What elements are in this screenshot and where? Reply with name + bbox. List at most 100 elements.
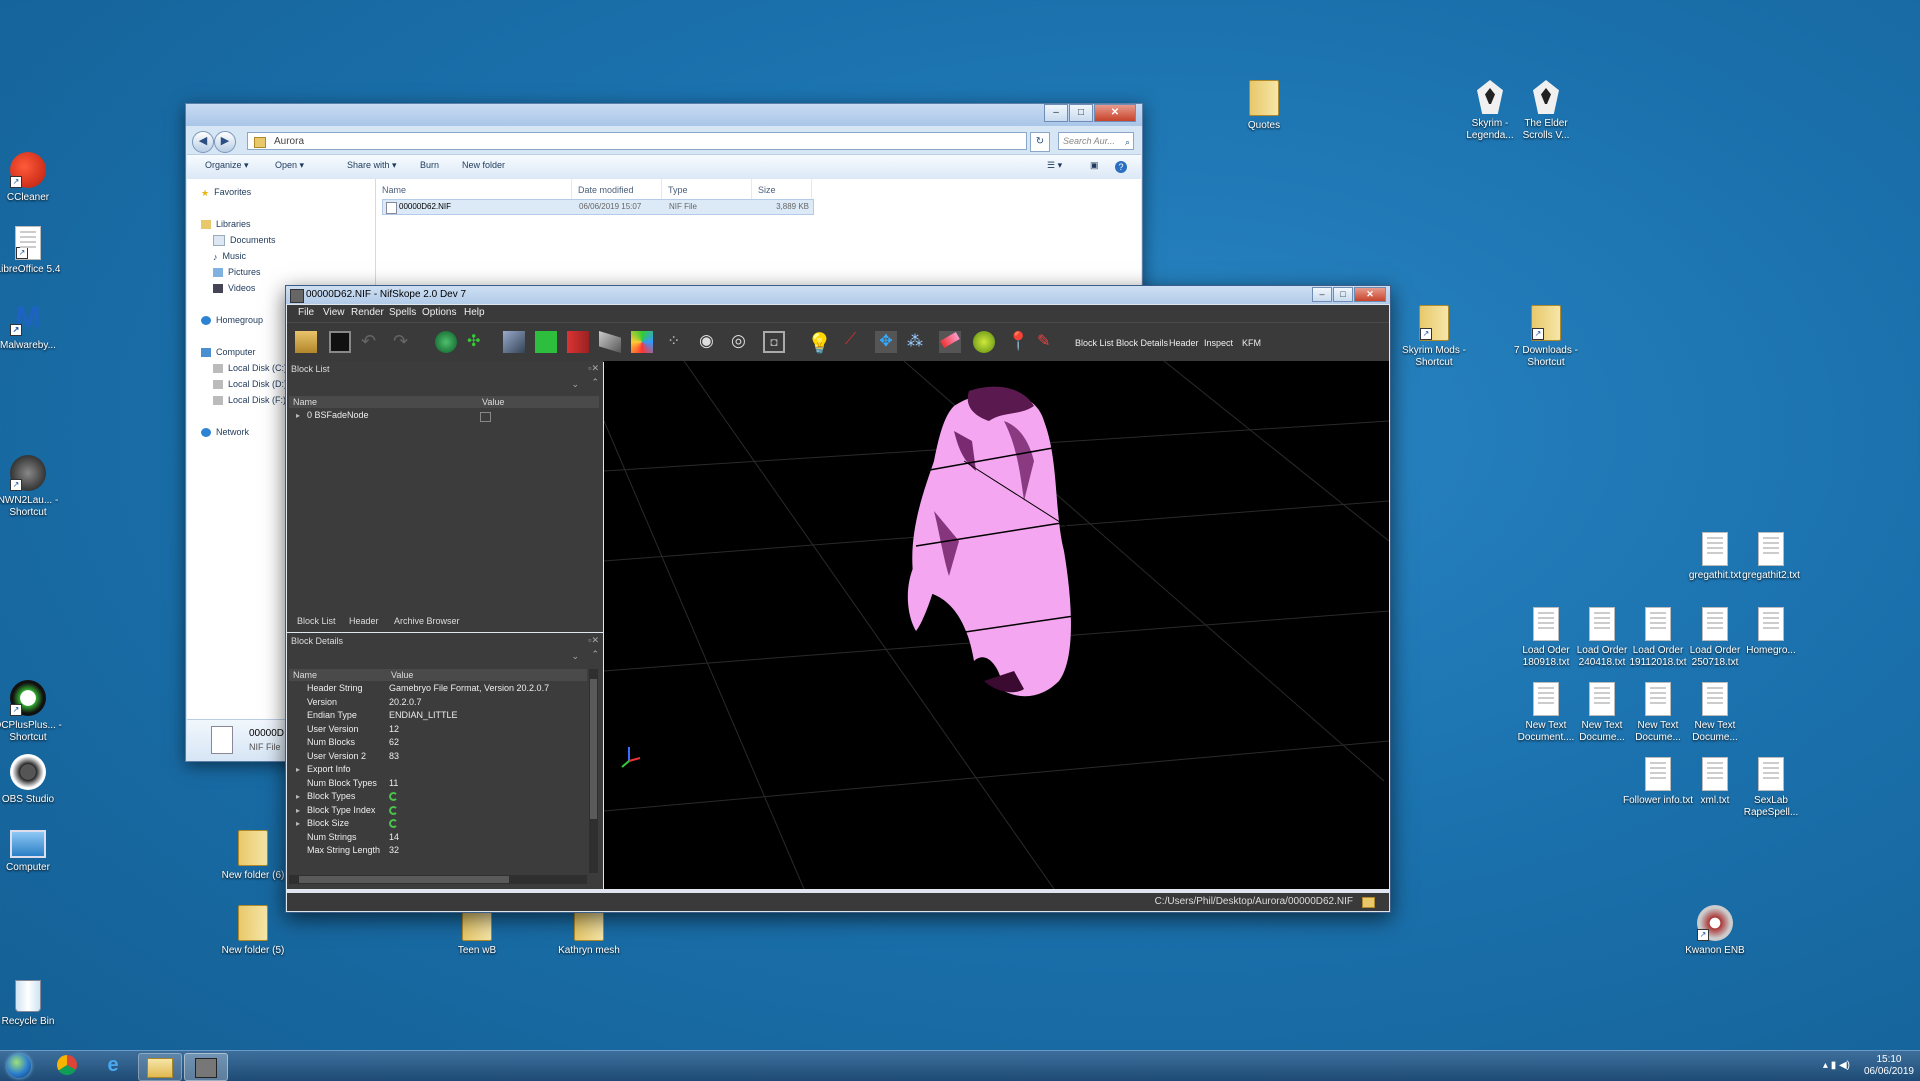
close-button[interactable]: ✕ — [1094, 104, 1136, 122]
screenshot-icon[interactable]: ◘ — [763, 331, 785, 353]
open-button[interactable]: Open ▾ — [275, 160, 304, 171]
detail-row[interactable]: Num Strings 14 — [289, 831, 575, 845]
nav-pictures[interactable]: Pictures — [213, 267, 261, 278]
maximize-button[interactable]: □ — [1333, 287, 1353, 302]
refresh-button[interactable]: ↻ — [1030, 132, 1050, 152]
toolbar-kfm[interactable]: KFM — [1242, 338, 1261, 348]
expand-arrow-icon[interactable]: ▸ — [296, 790, 300, 804]
column-header-size[interactable]: Size — [752, 179, 812, 201]
taskbar-explorer[interactable] — [138, 1053, 182, 1081]
render-view[interactable] — [604, 361, 1389, 889]
detail-row[interactable]: Endian Type ENDIAN_LITTLE — [289, 709, 575, 723]
column-value[interactable]: Value — [391, 669, 413, 681]
nav-videos[interactable]: Videos — [213, 283, 255, 294]
nav-documents[interactable]: Documents — [213, 235, 276, 247]
detail-row[interactable]: Num Block Types 11 — [289, 777, 575, 791]
nav-homegroup[interactable]: Homegroup — [201, 315, 263, 326]
toolbar-block-list[interactable]: Block List — [1075, 338, 1114, 348]
detail-row[interactable]: Header String Gamebryo File Format, Versi… — [289, 682, 575, 696]
column-header-date[interactable]: Date modified — [572, 179, 662, 201]
view-front-icon[interactable] — [535, 331, 557, 353]
tab-archive-browser[interactable]: Archive Browser — [394, 616, 460, 626]
vertical-scrollbar[interactable] — [589, 669, 598, 873]
organize-button[interactable]: Organize ▾ — [205, 160, 249, 171]
detail-row[interactable]: User Version 2 83 — [289, 750, 575, 764]
desktop-icon-computer[interactable]: Computer — [0, 830, 66, 874]
help-icon[interactable]: ? — [1115, 161, 1127, 173]
show-nodes-icon[interactable]: ⁂ — [907, 331, 929, 353]
walk-mode-icon[interactable]: ⁘ — [667, 331, 689, 353]
expand-all-icon[interactable]: ⌃ — [591, 377, 599, 388]
scrollbar-thumb[interactable] — [299, 876, 509, 883]
detail-row[interactable]: ▸ Block Type Index — [289, 804, 575, 818]
column-name[interactable]: Name — [293, 396, 317, 408]
scrollbar-thumb[interactable] — [590, 679, 597, 819]
block-tree-root[interactable]: ▸ 0 BSFadeNode — [289, 409, 575, 423]
desktop-icon-7-downloads[interactable]: ↗ 7 Downloads - Shortcut — [1508, 305, 1584, 369]
horizontal-scrollbar[interactable] — [289, 875, 587, 884]
3d-viewport[interactable] — [604, 361, 1389, 889]
view-top-icon[interactable] — [503, 331, 525, 353]
explorer-titlebar[interactable]: – □ ✕ — [186, 104, 1142, 126]
column-header-type[interactable]: Type — [662, 179, 752, 201]
menu-render[interactable]: Render — [351, 307, 384, 318]
view-side-icon[interactable] — [567, 331, 589, 353]
view-options-icon[interactable]: ☰ ▾ — [1047, 160, 1062, 171]
desktop-icon-sexlab[interactable]: SexLab RapeSpell... — [1733, 757, 1809, 819]
taskbar-chrome[interactable] — [46, 1053, 88, 1079]
view-user-icon[interactable] — [599, 331, 621, 353]
detail-row[interactable]: Version 20.2.0.7 — [289, 696, 575, 710]
expand-arrow-icon[interactable]: ▸ — [296, 817, 300, 831]
nav-network[interactable]: Network — [201, 427, 249, 438]
share-with-button[interactable]: Share with ▾ — [347, 160, 397, 171]
tray-icons[interactable]: ▴ ▮ ◀) — [1823, 1060, 1850, 1071]
back-button[interactable]: ◀ — [192, 131, 214, 153]
open-file-icon[interactable] — [295, 331, 317, 353]
show-collision-icon[interactable] — [939, 331, 961, 353]
show-axes-icon[interactable]: ✥ — [875, 331, 897, 353]
toolbar-inspect[interactable]: Inspect — [1204, 338, 1233, 348]
collapse-all-icon[interactable]: ⌄ — [571, 651, 579, 662]
show-constraints-icon[interactable] — [973, 331, 995, 353]
desktop-icon-skyrim-mods[interactable]: ↗ Skyrim Mods - Shortcut — [1396, 305, 1472, 369]
desktop-icon-new-folder-5[interactable]: New folder (5) — [215, 905, 291, 957]
column-name[interactable]: Name — [293, 669, 317, 681]
select-mode-icon[interactable] — [435, 331, 457, 353]
desktop-icon-kwanon-enb[interactable]: ↗ Kwanon ENB — [1677, 905, 1753, 957]
collapse-all-icon[interactable]: ⌄ — [571, 379, 579, 390]
start-button[interactable] — [0, 1053, 38, 1079]
desktop-icon-libreoffice[interactable]: ↗ LibreOffice 5.4 — [0, 226, 66, 276]
taskbar-nifskope[interactable] — [184, 1053, 228, 1081]
nav-music[interactable]: ♪ Music — [213, 251, 246, 262]
menu-help[interactable]: Help — [464, 307, 485, 318]
panel-float-close-icon[interactable]: ▫✕ — [588, 635, 599, 646]
lighting-icon[interactable]: 💡 — [807, 331, 832, 355]
close-button[interactable]: ✕ — [1354, 287, 1386, 302]
nav-computer[interactable]: Computer — [201, 347, 256, 358]
desktop-icon-new-text-4[interactable]: New Text Docume... — [1677, 682, 1753, 744]
expand-arrow-icon[interactable]: ▸ — [296, 763, 300, 777]
burn-button[interactable]: Burn — [420, 160, 439, 170]
file-row[interactable]: 00000D62.NIF 06/06/2019 15:07 NIF File 3… — [382, 199, 814, 215]
nav-favorites[interactable]: ★ Favorites — [201, 187, 251, 198]
undo-icon[interactable]: ↶ — [361, 331, 383, 353]
redo-icon[interactable]: ↷ — [393, 331, 415, 353]
new-folder-button[interactable]: New folder — [462, 160, 505, 170]
view-perspective-icon[interactable] — [631, 331, 653, 353]
axes-icon[interactable]: ⟋ — [845, 331, 867, 353]
detail-row[interactable]: Max String Length 32 — [289, 844, 575, 858]
detail-row[interactable]: ▸ Export Info — [289, 763, 575, 777]
detail-row[interactable]: User Version 12 — [289, 723, 575, 737]
menu-file[interactable]: File — [298, 307, 314, 318]
desktop-icon-malwarebytes[interactable]: M ↗ Malwareby... — [0, 300, 66, 352]
tab-header[interactable]: Header — [349, 616, 379, 626]
save-file-icon[interactable] — [329, 331, 351, 353]
tab-block-list[interactable]: Block List — [297, 616, 336, 626]
menu-options[interactable]: Options — [422, 307, 456, 318]
expand-arrow-icon[interactable]: ▸ — [296, 409, 300, 423]
search-input[interactable]: Search Aur... ⌕ — [1058, 132, 1134, 150]
desktop-icon-homegro[interactable]: Homegro... — [1733, 607, 1809, 657]
address-bar[interactable]: Aurora — [247, 132, 1027, 150]
show-markers-icon[interactable]: 📍 — [1007, 331, 1029, 353]
desktop-icon-gregathit2[interactable]: gregathit2.txt — [1733, 532, 1809, 582]
